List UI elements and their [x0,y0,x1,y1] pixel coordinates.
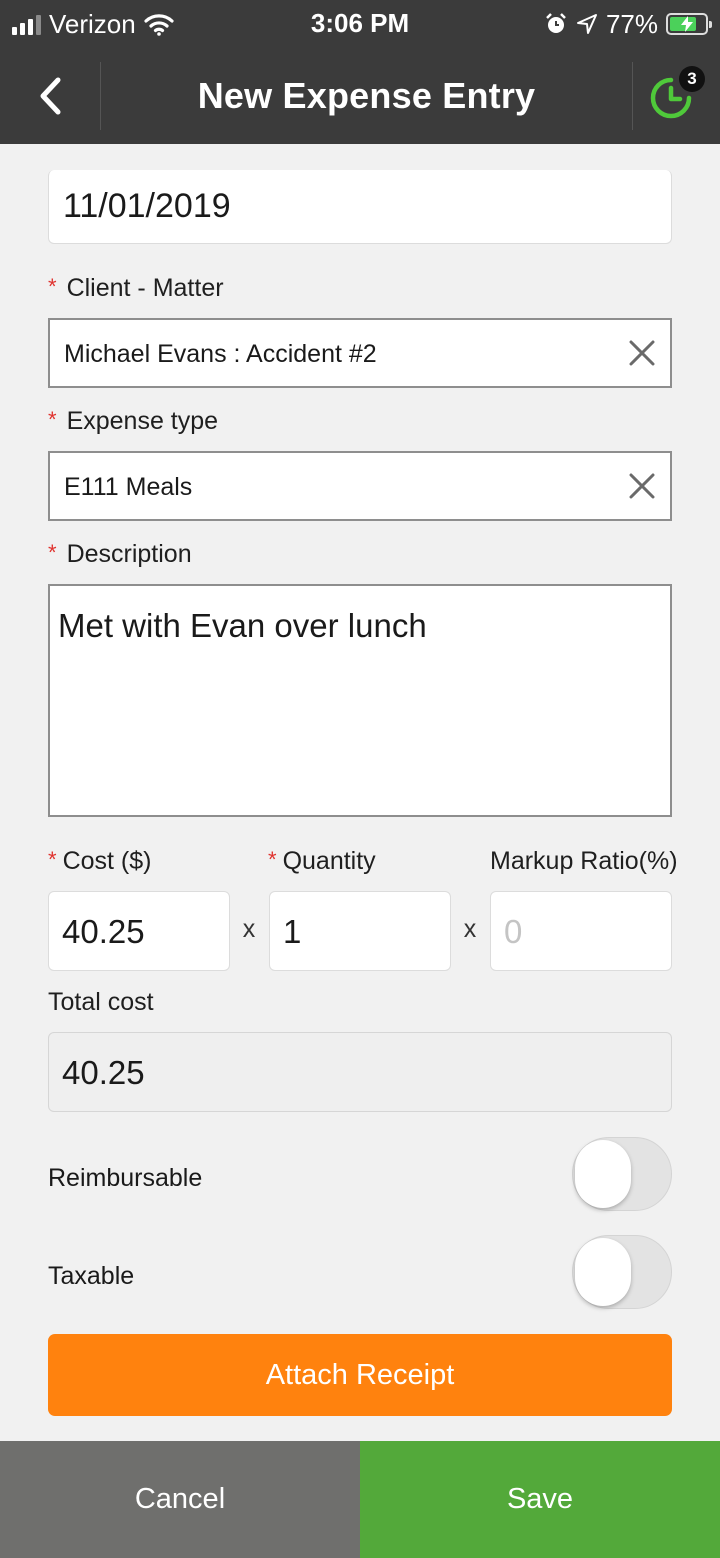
description-value: Met with Evan over lunch [58,607,427,644]
cancel-button[interactable]: Cancel [0,1441,360,1558]
total-cost-label: Total cost [48,988,154,1016]
date-field[interactable]: 11/01/2019 [48,170,672,244]
location-arrow-icon [576,14,597,34]
markup-placeholder: 0 [504,913,523,950]
total-cost-value: 40.25 [62,1054,145,1091]
expense-type-label: * Expense type [48,406,218,437]
toggle-knob [575,1140,631,1208]
multiply-sign: x [463,915,477,943]
required-marker: * [48,407,57,432]
quantity-label: * Quantity [268,846,376,877]
markup-input[interactable]: 0 [490,891,672,971]
total-cost-field: 40.25 [48,1032,672,1112]
description-label: * Description [48,539,192,570]
page-title: New Expense Entry [197,75,536,116]
battery-nub [709,21,712,28]
attach-receipt-button[interactable]: Attach Receipt [48,1334,672,1416]
description-textarea[interactable]: Met with Evan over lunch [48,584,672,817]
expense-type-field[interactable]: E111 Meals [48,451,672,521]
multiply-sign: x [242,915,256,943]
battery-percentage: 77% [605,9,658,39]
toggle-knob [575,1238,631,1306]
description-label-text: Description [66,540,192,568]
client-matter-value: Michael Evans : Accident #2 [64,340,377,368]
taxable-toggle[interactable] [572,1235,672,1309]
client-matter-label: * Client - Matter [48,273,224,304]
charging-bolt-icon [681,16,693,32]
back-button[interactable] [0,48,100,144]
required-marker: * [48,540,57,565]
expense-type-value: E111 Meals [64,473,193,501]
date-value: 11/01/2019 [63,187,231,225]
client-matter-field[interactable]: Michael Evans : Accident #2 [48,318,672,388]
timer-button[interactable]: 3 [633,48,720,144]
chevron-left-icon [40,77,61,115]
nav-bar: New Expense Entry 3 [0,48,720,144]
quantity-value: 1 [283,913,302,950]
close-icon[interactable] [624,335,660,371]
required-marker: * [48,847,57,872]
quantity-label-text: Quantity [282,847,376,875]
timer-count-badge: 3 [679,66,705,92]
cost-value: 40.25 [62,913,145,950]
status-indicators: 77% [544,8,712,40]
status-bar: Verizon 3:06 PM 77% [0,0,720,48]
save-button[interactable]: Save [360,1441,720,1558]
taxable-label: Taxable [48,1262,135,1290]
cost-label-text: Cost ($) [62,847,152,875]
expense-type-label-text: Expense type [66,407,219,435]
alarm-icon [546,13,566,33]
quantity-input[interactable]: 1 [269,891,451,971]
required-marker: * [48,274,57,299]
close-icon[interactable] [624,468,660,504]
cost-input[interactable]: 40.25 [48,891,230,971]
reimbursable-label: Reimbursable [48,1164,203,1192]
markup-label: Markup Ratio(%) [490,847,678,875]
battery-icon [666,13,712,35]
cost-label: * Cost ($) [48,846,151,877]
reimbursable-toggle[interactable] [572,1137,672,1211]
client-matter-label-text: Client - Matter [66,274,224,302]
required-marker: * [268,847,277,872]
